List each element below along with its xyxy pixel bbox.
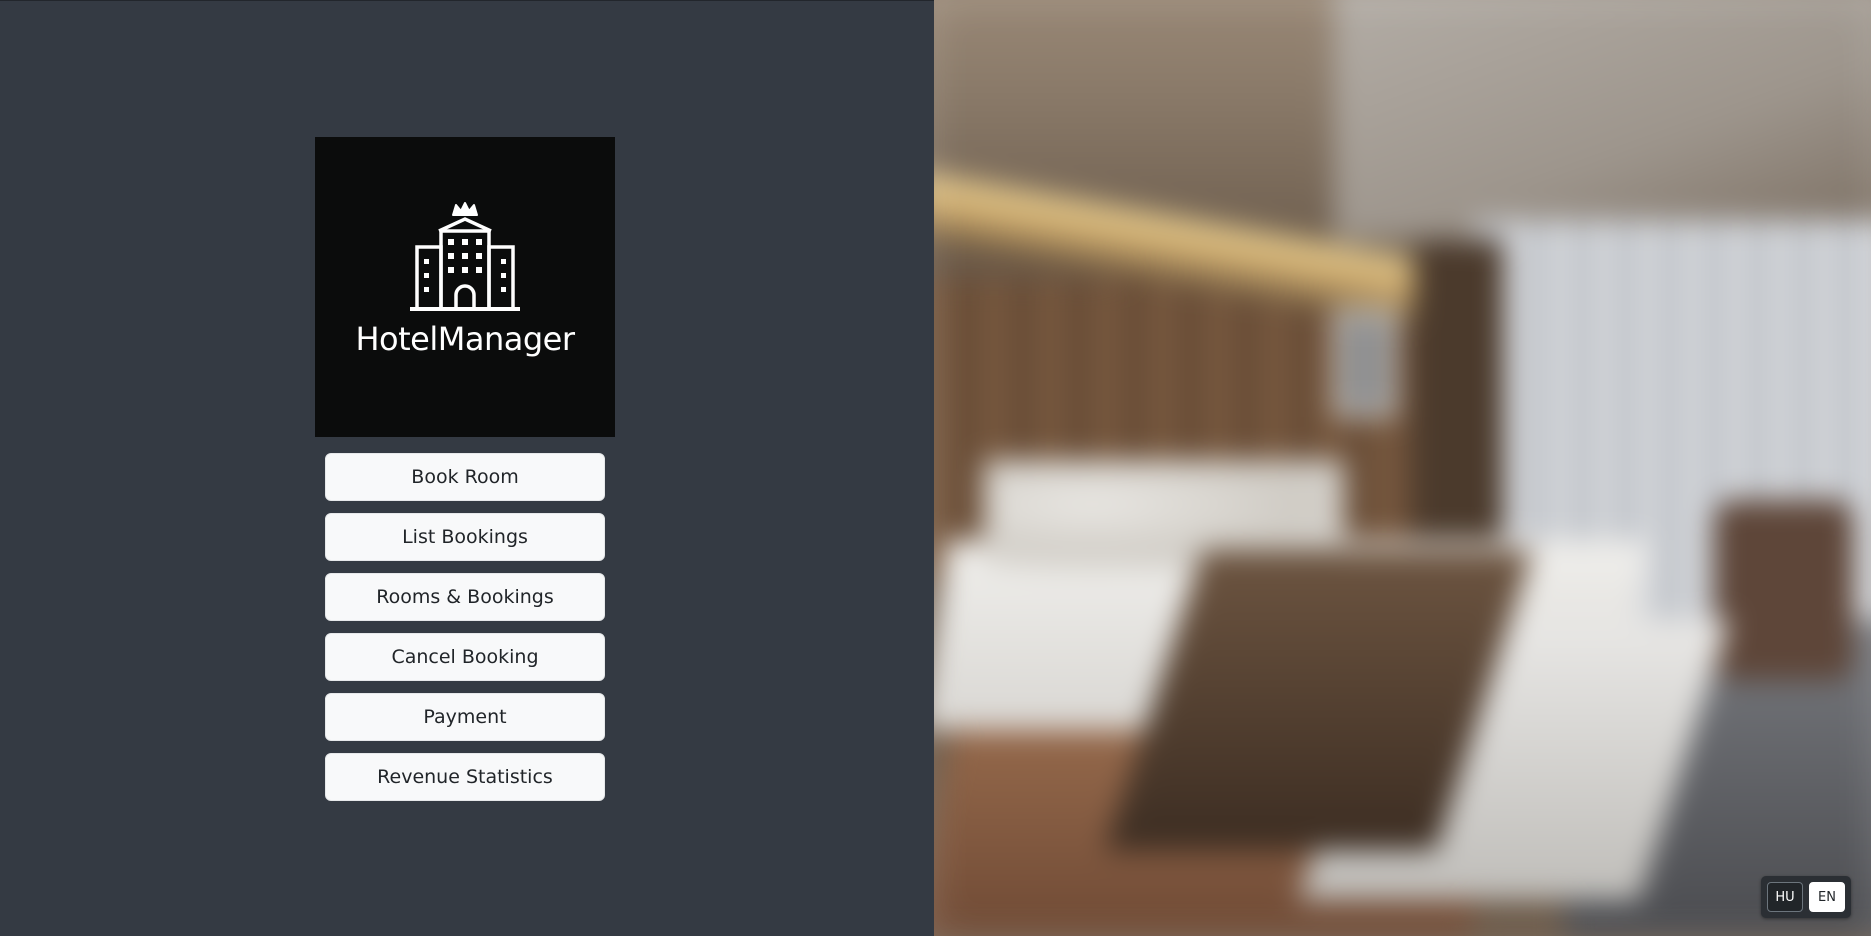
rooms-bookings-button[interactable]: Rooms & Bookings bbox=[325, 573, 605, 621]
menu-panel: HotelManager Book Room List Bookings Roo… bbox=[0, 0, 934, 936]
app-root: HotelManager Book Room List Bookings Roo… bbox=[0, 0, 1871, 936]
cancel-booking-button[interactable]: Cancel Booking bbox=[325, 633, 605, 681]
hotel-room-photo bbox=[934, 0, 1871, 936]
payment-button[interactable]: Payment bbox=[325, 693, 605, 741]
book-room-button[interactable]: Book Room bbox=[325, 453, 605, 501]
language-hu-button[interactable]: HU bbox=[1767, 882, 1803, 912]
main-menu: Book Room List Bookings Rooms & Bookings… bbox=[325, 453, 605, 813]
brand-name: HotelManager bbox=[355, 320, 575, 358]
hero-image: HU EN bbox=[934, 0, 1871, 936]
hotel-building-crown-icon bbox=[410, 202, 520, 311]
language-en-button[interactable]: EN bbox=[1809, 882, 1845, 912]
brand-logo: HotelManager bbox=[315, 137, 615, 437]
language-switcher: HU EN bbox=[1761, 876, 1851, 918]
list-bookings-button[interactable]: List Bookings bbox=[325, 513, 605, 561]
revenue-statistics-button[interactable]: Revenue Statistics bbox=[325, 753, 605, 801]
